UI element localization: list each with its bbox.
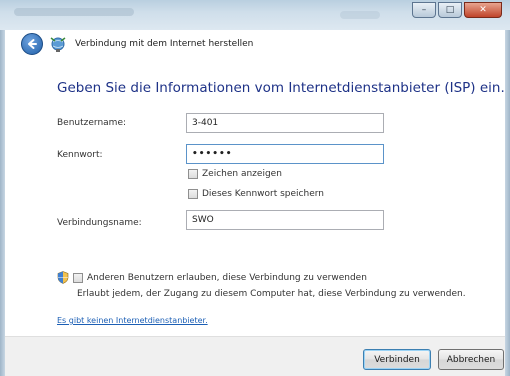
remember-password-checkbox[interactable] [188,189,198,199]
password-label: Kennwort: [57,150,103,160]
username-field[interactable]: 3-401 [186,113,384,133]
wizard-header: Verbindung mit dem Internet herstellen [5,30,505,62]
window-border-right [505,30,510,376]
remember-password-label: Dieses Kennwort speichern [202,189,324,199]
wizard-footer: Verbinden Abbrechen [5,336,505,376]
username-label: Benutzername: [57,118,127,128]
window-border-left [0,30,5,376]
connection-name-field[interactable]: SWO [186,210,384,230]
remember-password-option[interactable]: Dieses Kennwort speichern [188,189,324,199]
title-bar[interactable]: – □ ✕ [0,0,510,30]
window-controls: – □ ✕ [412,2,502,18]
password-field[interactable]: •••••• [186,144,384,164]
wizard-title: Verbindung mit dem Internet herstellen [75,39,254,49]
show-chars-checkbox[interactable] [188,169,198,179]
close-button[interactable]: ✕ [464,2,502,18]
page-instruction: Geben Sie die Informationen vom Internet… [57,80,505,96]
show-chars-label: Zeichen anzeigen [202,169,282,179]
maximize-button[interactable]: □ [438,2,462,18]
uac-shield-icon [57,271,69,284]
no-isp-link[interactable]: Es gibt keinen Internetdienstanbieter. [57,316,208,325]
allow-others-description: Erlaubt jedem, der Zugang zu diesem Comp… [77,289,466,299]
allow-others-option[interactable]: Anderen Benutzern erlauben, diese Verbin… [57,271,367,284]
connect-button[interactable]: Verbinden [363,349,431,370]
title-bar-blurred-text [14,8,134,16]
cancel-button[interactable]: Abbrechen [438,349,504,370]
back-button[interactable] [21,33,43,55]
minimize-button[interactable]: – [412,2,436,18]
network-globe-icon [50,37,66,52]
back-arrow-icon [28,39,37,49]
allow-others-label: Anderen Benutzern erlauben, diese Verbin… [87,272,367,283]
title-bar-blurred-text-2 [340,11,380,19]
show-chars-option[interactable]: Zeichen anzeigen [188,169,282,179]
connection-name-label: Verbindungsname: [57,218,142,228]
allow-others-checkbox[interactable] [73,272,83,283]
